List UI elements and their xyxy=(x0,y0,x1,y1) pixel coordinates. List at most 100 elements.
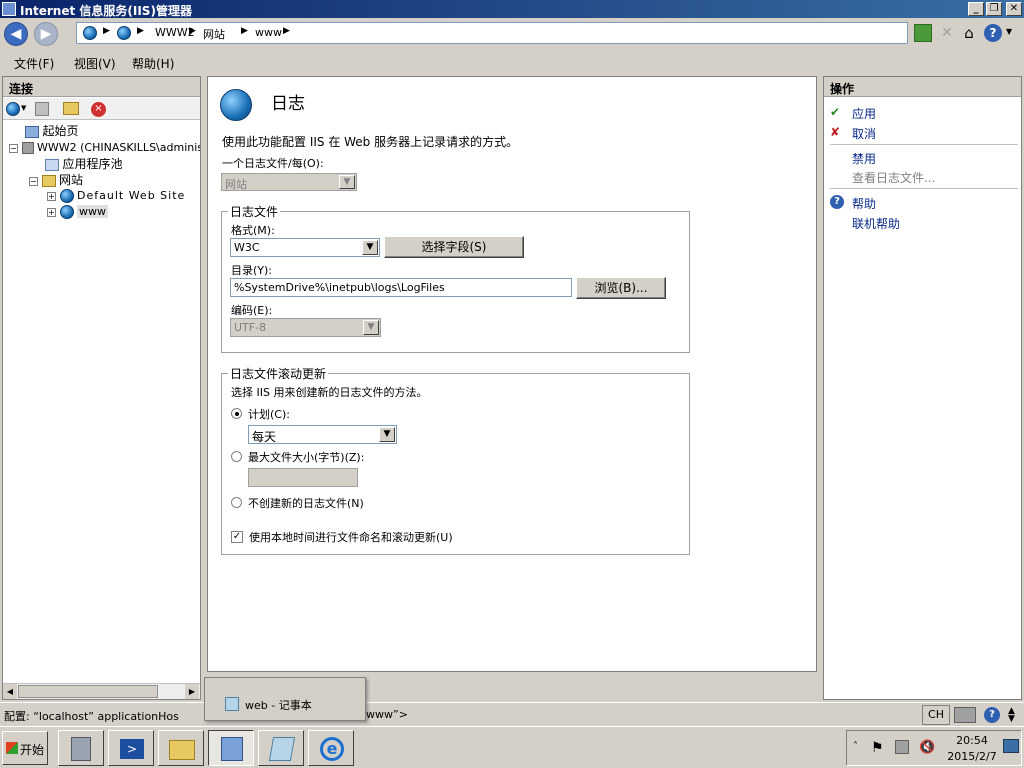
local-time-label[interactable]: 使用本地时间进行文件命名和滚动更新(U) xyxy=(249,529,453,545)
help-action[interactable]: 帮助 xyxy=(852,195,876,212)
select-fields-button[interactable]: 选择字段(S) xyxy=(384,236,524,258)
encoding-select[interactable]: UTF-8 ▼ xyxy=(230,318,381,337)
scroll-left-icon[interactable]: ◀ xyxy=(3,684,17,699)
max-size-input[interactable] xyxy=(248,468,358,487)
save-icon[interactable] xyxy=(35,102,49,116)
taskbar-powershell[interactable]: > xyxy=(108,730,154,766)
tree-item-server[interactable]: − WWW2 (CHINASKILLS\administ xyxy=(9,140,200,156)
taskbar-internet-explorer[interactable]: e xyxy=(308,730,354,766)
windows-logo-icon xyxy=(6,742,18,754)
language-indicator[interactable]: CH xyxy=(922,705,950,725)
apply-action[interactable]: 应用 xyxy=(852,105,876,122)
logfile-group: 日志文件 格式(M): W3C ▼ 选择字段(S) 目录(Y): %System… xyxy=(221,203,690,353)
keyboard-icon[interactable] xyxy=(954,707,976,723)
folder-up-icon[interactable] xyxy=(63,102,79,115)
view-log-files-action[interactable]: 查看日志文件... xyxy=(852,169,935,186)
taskbar-explorer[interactable] xyxy=(158,730,204,766)
rollover-group: 日志文件滚动更新 选择 IIS 用来创建新的日志文件的方法。 计划(C): 每天… xyxy=(221,365,690,555)
tree-item-default-web-site[interactable]: + Default Web Site xyxy=(47,188,185,204)
home-icon[interactable]: ⌂ xyxy=(960,24,978,42)
no-new-file-radio[interactable] xyxy=(231,497,242,508)
expand-icon[interactable]: + xyxy=(47,191,56,201)
scroll-right-icon[interactable]: ▶ xyxy=(185,684,199,699)
chevron-down-icon[interactable]: ▼ xyxy=(21,104,26,112)
options-chevron-icon[interactable]: ▲ ▼ xyxy=(1008,707,1015,724)
horizontal-scrollbar[interactable]: ◀ ▶ xyxy=(3,683,200,699)
tree-item-app-pools[interactable]: 应用程序池 xyxy=(45,156,123,172)
help-icon: ? xyxy=(830,195,844,209)
no-new-file-label[interactable]: 不创建新的日志文件(N) xyxy=(248,495,364,511)
show-hidden-icons-chevron[interactable]: ˄ xyxy=(853,741,858,752)
browse-button[interactable]: 浏览(B)... xyxy=(576,277,666,299)
local-time-checkbox[interactable]: ✓ xyxy=(231,531,243,543)
internet-explorer-icon: e xyxy=(320,737,344,761)
tree-item-sites[interactable]: − 网站 xyxy=(29,172,83,188)
logging-feature-pane: 日志 使用此功能配置 IIS 在 Web 服务器上记录请求的方式。 一个日志文件… xyxy=(207,76,817,672)
scroll-thumb[interactable] xyxy=(18,685,158,698)
taskbar-iis-manager[interactable] xyxy=(208,730,254,766)
address-bar[interactable]: ▶ ▶ WWW2 ▶ 网站 ▶ www ▶ xyxy=(76,22,908,44)
schedule-label[interactable]: 计划(C): xyxy=(248,406,290,422)
tree-item-www[interactable]: + www xyxy=(47,204,108,220)
menu-help[interactable]: 帮助(H) xyxy=(132,55,174,72)
clock-time[interactable]: 20:54 xyxy=(947,734,997,747)
forward-arrow-icon[interactable]: ▶ xyxy=(34,22,58,46)
taskbar: 开始 > e ˄ ⚑ 🔇 20:54 2015/2/7 xyxy=(0,726,1024,768)
connections-header: 连接 xyxy=(3,77,200,97)
collapse-icon[interactable]: − xyxy=(9,143,18,153)
show-desktop-icon[interactable] xyxy=(1003,739,1019,753)
breadcrumb-site[interactable]: www xyxy=(255,26,282,39)
volume-muted-icon[interactable]: 🔇 xyxy=(919,740,935,755)
connections-tree: 起始页 − WWW2 (CHINASKILLS\administ 应用程序池 −… xyxy=(3,121,200,681)
help-icon[interactable]: ? xyxy=(984,24,1002,42)
taskbar-server-manager[interactable] xyxy=(58,730,104,766)
apply-icon: ✔ xyxy=(830,105,841,119)
breadcrumb-sites[interactable]: 网站 xyxy=(203,26,225,42)
chevron-down-icon: ▼ xyxy=(362,240,378,255)
expand-icon[interactable]: + xyxy=(47,207,56,217)
start-button[interactable]: 开始 xyxy=(2,731,48,765)
server-manager-icon xyxy=(71,737,91,761)
disable-action[interactable]: 禁用 xyxy=(852,150,876,167)
one-log-per-select[interactable]: 网站 ▼ xyxy=(221,173,357,191)
tree-item-label: Default Web Site xyxy=(77,189,186,202)
clock-date[interactable]: 2015/2/7 xyxy=(945,750,999,763)
schedule-radio[interactable] xyxy=(231,408,242,419)
disconnect-icon[interactable]: × xyxy=(91,102,106,117)
close-button[interactable]: ✕ xyxy=(1006,2,1022,16)
help-icon[interactable]: ? xyxy=(984,707,1000,723)
minimize-button[interactable]: _ xyxy=(968,2,984,16)
menu-view[interactable]: 视图(V) xyxy=(74,55,116,72)
back-arrow-icon[interactable]: ◀ xyxy=(4,22,28,46)
max-size-radio[interactable] xyxy=(231,451,242,462)
taskbar-notepad[interactable] xyxy=(258,730,304,766)
connect-globe-icon[interactable] xyxy=(6,102,20,116)
taskbar-preview-popup[interactable]: web - 记事本 xyxy=(204,677,366,721)
directory-input[interactable]: %SystemDrive%\inetpub\logs\LogFiles xyxy=(230,278,572,297)
online-help-action[interactable]: 联机帮助 xyxy=(852,215,900,232)
tree-item-start-page[interactable]: 起始页 xyxy=(25,123,79,139)
menu-file[interactable]: 文件(F) xyxy=(14,55,54,72)
title-bar: Internet 信息服务(IIS)管理器 _ ❐ ✕ xyxy=(0,0,1024,18)
globe-icon xyxy=(117,26,131,40)
restore-button[interactable]: ❐ xyxy=(986,2,1002,16)
tree-item-label: 应用程序池 xyxy=(62,157,123,171)
refresh-icon[interactable] xyxy=(914,24,932,42)
tree-item-label: 起始页 xyxy=(42,124,79,138)
menu-bar: 文件(F) 视图(V) 帮助(H) xyxy=(0,52,1024,74)
chevron-down-icon[interactable]: ▼ xyxy=(1006,27,1012,36)
schedule-select[interactable]: 每天 ▼ xyxy=(248,425,397,444)
encoding-label: 编码(E): xyxy=(231,304,273,317)
start-page-icon xyxy=(25,126,39,138)
notepad-icon xyxy=(225,697,239,711)
actions-header: 操作 xyxy=(824,77,1021,97)
max-size-label[interactable]: 最大文件大小(字节)(Z): xyxy=(248,449,364,465)
iis-icon xyxy=(221,737,243,761)
server-icon xyxy=(21,142,34,154)
collapse-icon[interactable]: − xyxy=(29,176,38,186)
network-icon[interactable] xyxy=(895,740,909,754)
format-select[interactable]: W3C ▼ xyxy=(230,238,380,257)
cancel-action[interactable]: 取消 xyxy=(852,125,876,142)
stop-icon[interactable]: ✕ xyxy=(938,24,956,42)
action-center-flag-icon[interactable]: ⚑ xyxy=(871,740,884,756)
